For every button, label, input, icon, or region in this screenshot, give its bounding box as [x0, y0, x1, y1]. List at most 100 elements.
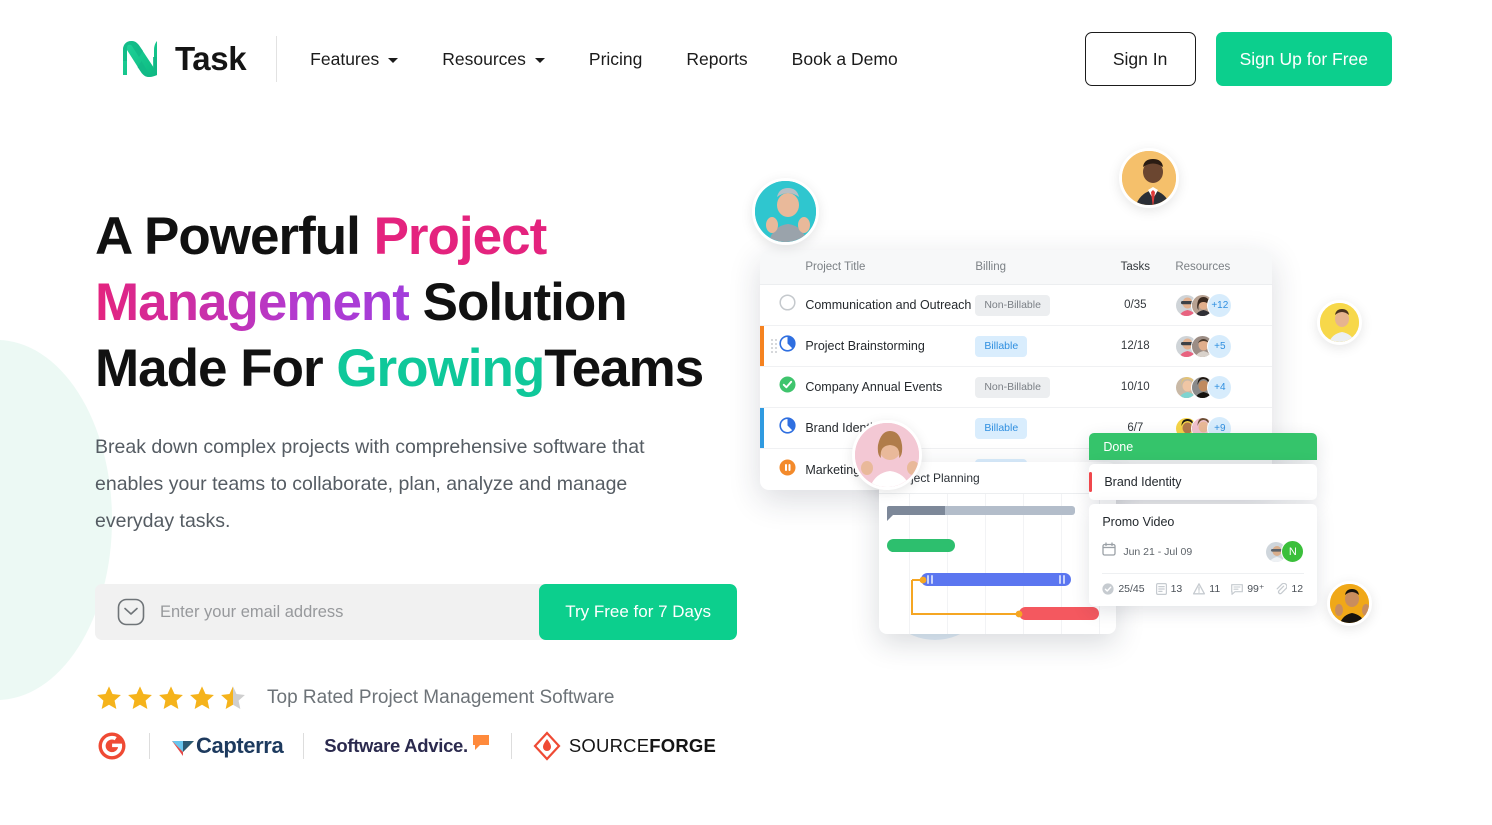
- table-row[interactable]: Communication and Outreach Non-Billable …: [760, 285, 1273, 326]
- in-progress-icon[interactable]: [779, 335, 796, 357]
- card-date-range: Jun 21 - Jul 09: [1123, 545, 1193, 558]
- stat-value: 12: [1291, 583, 1304, 595]
- calendar-icon: [1102, 542, 1116, 561]
- hero-subtitle: Break down complex projects with compreh…: [95, 436, 645, 532]
- done-column: Done Brand Identity Promo Video Jun 21 -…: [1089, 433, 1318, 606]
- title-part-growing: Growing: [336, 339, 545, 398]
- stat-attachments: 12: [1275, 583, 1303, 595]
- column-header-resources: Resources: [1175, 261, 1231, 273]
- nav-label-resources: Resources: [442, 48, 526, 69]
- page-title: A Powerful Project Management Solution M…: [95, 204, 744, 402]
- badge-g2[interactable]: 2: [95, 729, 129, 763]
- card-title: Brand Identity: [1104, 475, 1182, 489]
- stat-value: 99⁺: [1247, 583, 1265, 595]
- site-header: Task Features Resources Pricing Reports …: [0, 0, 1492, 118]
- stat-value: 11: [1209, 583, 1221, 595]
- table-row[interactable]: Company Annual Events Non-Billable 10/10…: [760, 367, 1273, 408]
- tasks-count: 12/18: [1120, 340, 1150, 352]
- in-progress-icon[interactable]: [779, 417, 796, 439]
- hero-section: A Powerful Project Management Solution M…: [0, 118, 1492, 763]
- tasks-count: 0/35: [1124, 299, 1147, 311]
- stat-checklist: 13: [1155, 583, 1182, 595]
- table-row[interactable]: Project Brainstorming Billable 12/18 +5: [760, 326, 1273, 367]
- badge-capterra[interactable]: Capterra: [170, 733, 284, 759]
- done-card-promo-video[interactable]: Promo Video Jun 21 - Jul 09 N 25/45 13 1…: [1089, 504, 1318, 606]
- card-assignees: N: [1265, 540, 1305, 563]
- empty-circle-icon[interactable]: [779, 294, 796, 316]
- gantt-dependency-link: [911, 576, 1023, 618]
- sf-bold: FORGE: [649, 735, 717, 756]
- billing-badge: Non-Billable: [975, 294, 1050, 316]
- list-icon: [1155, 583, 1167, 595]
- badge-separator: [510, 733, 512, 759]
- star-icon: [128, 686, 152, 709]
- card-title: Promo Video: [1102, 515, 1175, 529]
- nav-item-resources[interactable]: Resources: [442, 43, 545, 76]
- try-free-button[interactable]: Try Free for 7 Days: [539, 584, 737, 640]
- check-circle-icon: [1102, 583, 1114, 595]
- brand-name: Task: [175, 40, 247, 77]
- done-card-brand-identity[interactable]: Brand Identity: [1089, 464, 1318, 500]
- badge-sourceforge[interactable]: SOURCEFORGE: [532, 731, 716, 761]
- speech-bubble-icon: [472, 735, 489, 750]
- title-part-teams: Teams: [544, 339, 704, 398]
- avatar-man-thumbsup: [752, 178, 820, 245]
- landing-page: Task Features Resources Pricing Reports …: [0, 0, 1492, 825]
- billing-badge: Non-Billable: [975, 376, 1050, 398]
- email-input[interactable]: [160, 584, 540, 640]
- star-icon: [190, 686, 214, 709]
- resource-more-count[interactable]: +12: [1207, 292, 1233, 318]
- nav-label-pricing: Pricing: [588, 48, 643, 69]
- gantt-body: [879, 494, 1116, 634]
- paused-icon[interactable]: [779, 459, 796, 481]
- done-column-header: Done: [1089, 433, 1318, 460]
- capterra-icon: [172, 741, 194, 756]
- svg-text:2: 2: [115, 733, 120, 743]
- badge-sourceforge-label: SOURCEFORGE: [569, 735, 716, 757]
- header-divider: [276, 36, 278, 82]
- badge-separator: [149, 733, 150, 759]
- badge-software-advice[interactable]: Software Advice.: [324, 734, 491, 758]
- attachment-icon: [1276, 583, 1288, 595]
- chevron-down-icon: [534, 57, 545, 63]
- resource-more-count[interactable]: +5: [1207, 333, 1233, 359]
- resource-avatars: +12: [1175, 292, 1233, 318]
- nav-item-features[interactable]: Features: [310, 43, 399, 76]
- nav-label-reports: Reports: [686, 48, 748, 69]
- envelope-icon: [116, 597, 146, 627]
- sourceforge-icon: [533, 731, 561, 761]
- comment-icon: [1231, 583, 1244, 595]
- star-rating: [95, 684, 247, 712]
- stat-issues: 11: [1193, 583, 1220, 595]
- email-signup-form: Try Free for 7 Days: [95, 584, 737, 640]
- column-header-tasks: Tasks: [1120, 261, 1151, 273]
- row-accent-bar: [760, 408, 765, 448]
- brand-logo[interactable]: Task: [118, 39, 247, 79]
- badge-separator: [303, 733, 305, 759]
- warning-icon: [1193, 583, 1206, 595]
- drag-handle-icon[interactable]: [771, 339, 778, 353]
- main-nav: Features Resources Pricing Reports Book …: [310, 43, 898, 76]
- hero-left-column: A Powerful Project Management Solution M…: [95, 118, 744, 763]
- sign-up-button[interactable]: Sign Up for Free: [1215, 32, 1392, 86]
- column-header-project-title: Project Title: [805, 261, 866, 273]
- billing-badge: Billable: [975, 417, 1028, 439]
- nav-item-book-a-demo[interactable]: Book a Demo: [792, 43, 898, 76]
- card-stats: 25/45 13 11 99⁺ 12: [1102, 573, 1305, 595]
- resource-more-count[interactable]: +4: [1207, 374, 1233, 400]
- nav-item-pricing[interactable]: Pricing: [589, 43, 643, 76]
- g2-icon: 2: [98, 732, 126, 760]
- sf-light: SOURCE: [568, 735, 650, 756]
- nav-item-reports[interactable]: Reports: [686, 43, 747, 76]
- sign-in-button[interactable]: Sign In: [1084, 32, 1196, 86]
- badge-software-advice-label: Software Advice.: [324, 735, 468, 756]
- title-part-made-for: Made For: [95, 339, 337, 398]
- title-part-management: Management: [95, 273, 410, 332]
- tasks-count: 10/10: [1120, 381, 1150, 393]
- header-actions: Sign In Sign Up for Free: [1084, 32, 1392, 86]
- completed-check-icon[interactable]: [779, 376, 796, 398]
- hero-app-mockup: Project Title Billing Tasks Resources Co…: [744, 148, 1492, 738]
- card-meta: Jun 21 - Jul 09 N: [1102, 540, 1305, 563]
- column-header-billing: Billing: [975, 261, 1006, 273]
- assignee-initial-badge: N: [1281, 540, 1305, 563]
